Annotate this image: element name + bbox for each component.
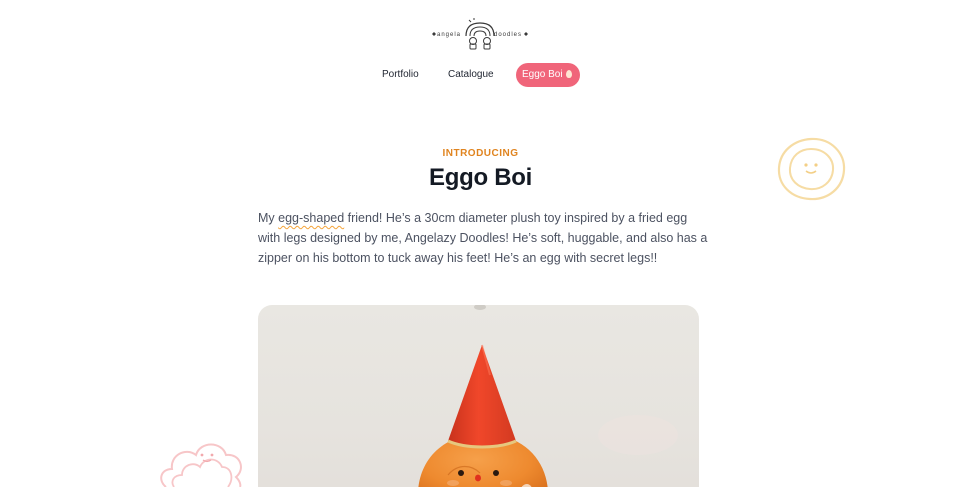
- nav-eggo-boi-link[interactable]: Eggo Boi: [516, 63, 580, 87]
- smiling-cloud-icon: [156, 433, 246, 487]
- angelazy-doodles-logo[interactable]: angela doodles: [428, 14, 532, 52]
- nav-catalogue-link[interactable]: Catalogue: [442, 63, 500, 87]
- nav-eggo-boi-label: Eggo Boi: [522, 69, 563, 80]
- intro-text-start: My: [258, 211, 279, 225]
- eggo-boi-plush-illustration: [418, 305, 678, 487]
- main-nav: Portfolio Catalogue Eggo Boi: [0, 63, 961, 87]
- page-title: Eggo Boi: [429, 164, 532, 191]
- eyebrow-label: INTRODUCING: [442, 148, 519, 159]
- intro-highlight: egg-shaped: [278, 211, 345, 225]
- nav-portfolio-link[interactable]: Portfolio: [376, 63, 425, 87]
- egg-icon: [565, 70, 572, 78]
- eggo-boi-photo: [258, 305, 699, 487]
- svg-text:angela: angela: [437, 32, 461, 38]
- svg-text:doodles: doodles: [494, 32, 522, 38]
- intro-paragraph: My egg-shaped friend! He’s a 30cm diamet…: [258, 208, 708, 268]
